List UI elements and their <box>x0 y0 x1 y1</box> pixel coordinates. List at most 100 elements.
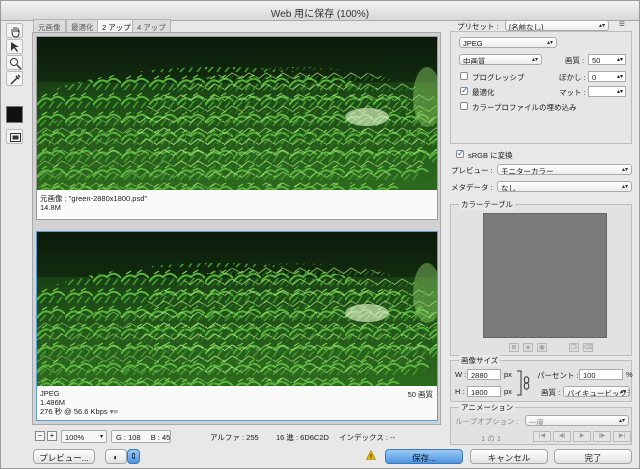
zoom-tool-icon[interactable] <box>6 55 23 70</box>
browser-select-arrow[interactable]: ⇕ <box>127 449 140 464</box>
tab-original[interactable]: 元画像 <box>33 19 66 32</box>
tab-optimized[interactable]: 最適化 <box>66 19 99 32</box>
percent-value: 100 <box>583 371 596 380</box>
zoom-level-select[interactable]: 100% ▾ <box>61 430 107 443</box>
slice-select-tool-icon[interactable] <box>6 39 23 54</box>
tab-4-up[interactable]: 4 アップ <box>132 19 171 32</box>
first-frame-icon[interactable]: |◀ <box>533 431 551 442</box>
animation-group: アニメーション ループオプション : 一度 ▴▾ 1 の 1 |◀ ◀| ▶ |▶… <box>450 402 632 445</box>
optimized-pane[interactable]: JPEG 1.486M 276 秒 @ 56.6 Kbps ▾≡ 50 画質 <box>36 231 438 421</box>
zoom-in-button[interactable]: + <box>47 431 57 441</box>
original-caption: 元画像 : "green-2880x1800.psd" <box>40 194 148 203</box>
image-size-title: 画像サイズ <box>459 355 501 366</box>
height-input[interactable]: 1800 <box>467 386 501 397</box>
save-for-web-window: Web 用に保存 (100%) 元画像 最適化 2 アップ 4 アップ 元画像 … <box>0 0 640 469</box>
width-input[interactable]: 2880 <box>467 369 501 380</box>
zoom-level-value: 100% <box>65 433 85 442</box>
original-size: 14.8M <box>40 203 61 212</box>
percent-label: パーセント : <box>537 371 579 380</box>
quality-input-value: 50 <box>592 56 601 65</box>
window-title: Web 用に保存 (100%) <box>270 9 370 20</box>
map-color-icon[interactable]: ⊠ <box>509 343 519 352</box>
toggle-slices-icon[interactable] <box>6 129 23 144</box>
zoom-level-arrow: ▾ <box>99 434 103 440</box>
width-unit: px <box>504 370 512 379</box>
optimized-quality-label: 50 画質 <box>407 390 433 399</box>
browser-icon[interactable]: ◐ <box>105 449 127 464</box>
metadata-value: なし <box>501 184 516 192</box>
metadata-select[interactable]: なし ▴▾ <box>497 181 632 192</box>
resample-select[interactable]: バイキュービック法 ▴▾ <box>563 386 630 397</box>
loop-options-value: 一度 <box>529 418 544 426</box>
web-shift-icon[interactable]: ◈ <box>523 343 533 352</box>
last-frame-icon[interactable]: ▶| <box>613 431 631 442</box>
srgb-checkbox[interactable] <box>456 148 465 159</box>
lock-color-icon[interactable]: ▣ <box>537 343 547 352</box>
tab-2-up[interactable]: 2 アップ <box>97 19 136 32</box>
height-unit: px <box>504 387 512 396</box>
download-speed-menu-icon[interactable]: ▾≡ <box>110 407 118 416</box>
blur-input[interactable]: 0 ▴▾ <box>588 71 626 82</box>
optimized-checkbox[interactable] <box>460 85 469 96</box>
embed-profile-label: カラープロファイルの埋め込み <box>472 103 577 112</box>
embed-profile-checkbox[interactable] <box>460 102 468 110</box>
index-value: インデックス : -- <box>339 433 396 442</box>
image-size-group: 画像サイズ W : 2880 px H : 1800 px パーセント : 10… <box>450 355 633 402</box>
metadata-label: メタデータ : <box>451 183 493 192</box>
preset-select[interactable]: [名前なし] ▴▾ <box>505 20 609 31</box>
play-icon[interactable]: ▶ <box>573 431 591 442</box>
optimized-download-time: 276 秒 @ 56.6 Kbps ▾≡ <box>40 407 118 416</box>
hex-value: 16 進 : 6D6C2D <box>276 433 329 442</box>
color-table-title: カラーテーブル <box>459 199 516 210</box>
previous-frame-icon[interactable]: ◀| <box>553 431 571 442</box>
preset-value: [名前なし] <box>509 23 544 31</box>
resample-label: 画質 : <box>541 388 561 397</box>
original-pane[interactable]: 元画像 : "green-2880x1800.psd" 14.8M <box>36 36 438 220</box>
toolbox <box>5 23 26 423</box>
warning-icon: ! <box>366 450 376 460</box>
cancel-button[interactable]: キャンセル <box>470 449 548 464</box>
quality-input[interactable]: 50 ▴▾ <box>588 54 626 65</box>
save-button[interactable]: 保存... <box>385 449 463 464</box>
quality-label: 画質 : <box>565 56 585 65</box>
preview-area: 元画像 : "green-2880x1800.psd" 14.8M JPEG 1… <box>32 32 441 425</box>
done-button[interactable]: 完了 <box>554 449 632 464</box>
delete-color-icon[interactable]: ⌫ <box>583 343 593 352</box>
percent-input[interactable]: 100 <box>579 369 623 380</box>
eyedropper-color-swatch[interactable] <box>6 106 23 123</box>
progressive-checkbox[interactable] <box>460 72 468 80</box>
zoom-out-button[interactable]: − <box>35 431 45 441</box>
optimized-size: 1.486M <box>40 398 66 407</box>
color-preview-label: プレビュー : <box>451 166 493 175</box>
color-table-group: カラーテーブル ⊠ ◈ ▣ ❐ ⌫ <box>450 199 632 356</box>
download-time-text: 276 秒 @ 56.6 Kbps <box>40 407 108 416</box>
preview-button[interactable]: プレビュー... <box>33 449 95 464</box>
format-select[interactable]: JPEG ▴▾ <box>459 37 557 48</box>
next-frame-icon[interactable]: |▶ <box>593 431 611 442</box>
hand-tool-icon[interactable] <box>6 23 23 38</box>
frame-counter: 1 の 1 <box>481 434 502 443</box>
optimized-info: JPEG 1.486M 276 秒 @ 56.6 Kbps ▾≡ <box>40 389 118 416</box>
color-table-swatch <box>483 213 607 338</box>
new-color-icon[interactable]: ❐ <box>569 343 579 352</box>
blur-input-value: 0 <box>592 73 597 82</box>
width-label: W : <box>455 370 467 379</box>
matte-select[interactable]: ▴▾ <box>588 86 626 97</box>
color-preview-select[interactable]: モニターカラー ▴▾ <box>497 164 632 175</box>
height-label: H : <box>455 387 465 396</box>
alpha-value: アルファ : 255 <box>210 433 259 442</box>
blur-label: ぼかし : <box>559 73 586 82</box>
settings-menu-icon[interactable]: ≡ <box>619 19 625 30</box>
loop-options-select[interactable]: 一度 ▴▾ <box>525 415 629 426</box>
percent-unit: % <box>626 370 633 379</box>
format-value: JPEG <box>463 39 483 48</box>
eyedropper-tool-icon[interactable] <box>6 71 23 86</box>
blue-value: B : 45 <box>150 433 171 442</box>
loop-options-label: ループオプション : <box>455 417 519 426</box>
status-bar: − + 100% ▾ G : 108 B : 45 アルファ : 255 16 … <box>32 430 441 445</box>
quality-preset-select[interactable]: 中画質 ▴▾ <box>459 54 542 65</box>
optimized-label: 最適化 <box>472 88 495 97</box>
optimization-settings-group: JPEG ▴▾ 中画質 ▴▾ 画質 : 50 ▴▾ プログレッシブ ぼかし : 0 ▴▾… <box>450 31 632 144</box>
constrain-proportions-link-icon[interactable] <box>517 370 531 396</box>
width-value: 2880 <box>471 371 488 380</box>
